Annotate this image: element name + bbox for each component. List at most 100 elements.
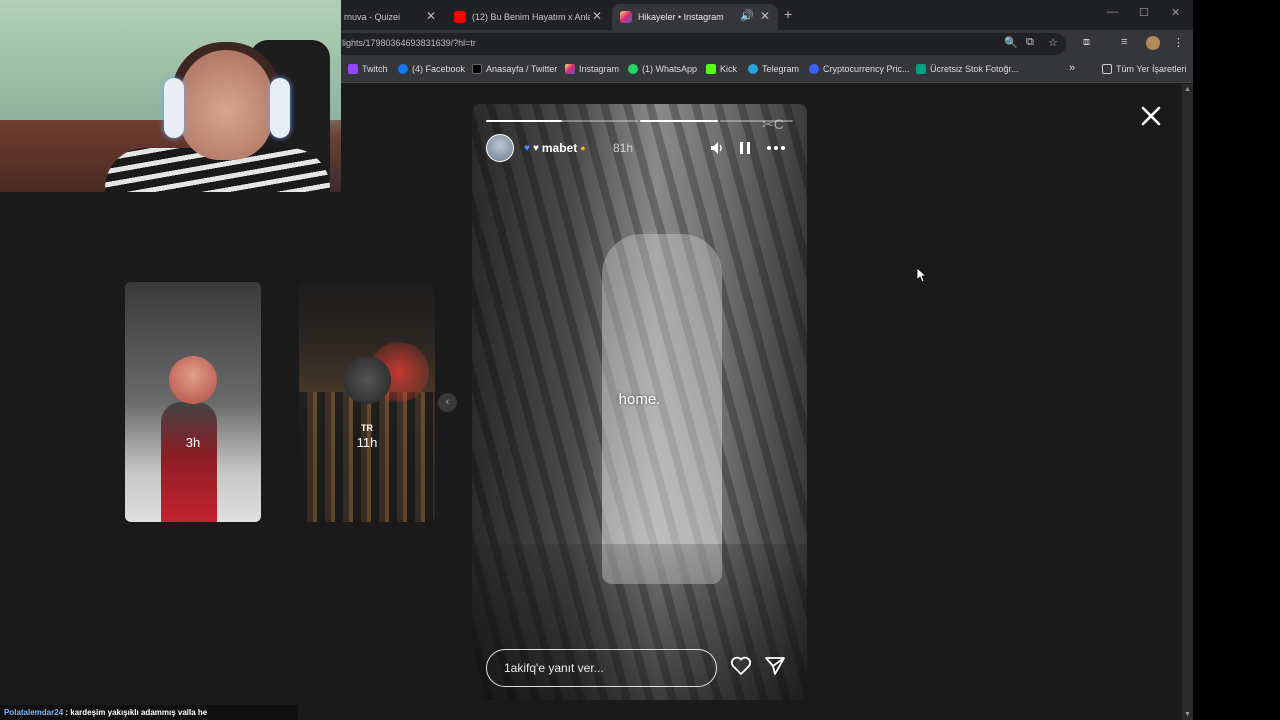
username-text: mabet (541, 141, 578, 155)
speaker-icon[interactable]: 🔊 (740, 9, 754, 22)
story-time-ago: 81h (613, 141, 634, 155)
screen: rnuva - Quizei ✕ (12) Bu Benim Hayatım x… (0, 0, 1280, 720)
volume-icon[interactable] (709, 140, 725, 156)
telegram-icon (748, 64, 758, 74)
bookmark-label: Telegram (762, 64, 800, 74)
headset-icon (164, 78, 184, 138)
bookmark-twitch[interactable]: Twitch (348, 64, 388, 74)
story-preview-avatar (343, 356, 391, 404)
chat-username: Polatalemdar24 (4, 708, 64, 717)
story-preview-avatar (169, 356, 217, 404)
bookmark-whatsapp[interactable]: (1) WhatsApp (628, 64, 697, 74)
story-caption: home. (618, 391, 661, 408)
bookmark-label: Tüm Yer İşaretleri (1116, 64, 1187, 74)
tab-title: (12) Bu Benim Hayatım x Anlam (472, 12, 590, 22)
folder-icon (1102, 64, 1112, 74)
bookmark-twitter[interactable]: Anasayfa / Twitter (472, 64, 557, 74)
bookmark-label: Twitch (362, 64, 388, 74)
capcut-watermark-icon: ✂C (762, 116, 784, 132)
cast-icon[interactable]: ⧉ (1026, 36, 1034, 49)
minimize-icon[interactable]: — (1107, 6, 1118, 18)
bookmark-label: Anasayfa / Twitter (486, 64, 558, 74)
tab-instagram[interactable]: Hikayeler • Instagram 🔊 ✕ (612, 4, 778, 30)
white-heart-icon: ♥ (532, 142, 539, 154)
story-preview-card[interactable]: TR 11h (299, 282, 435, 522)
emoji-icon: ● (580, 143, 586, 153)
bookmark-label: Ücretsiz Stok Fotoğr... (930, 64, 1019, 74)
scroll-down-icon[interactable]: ▼ (1184, 711, 1191, 718)
story-progress-bar (640, 120, 718, 122)
watermark-text: C (773, 116, 784, 132)
tab-title: Hikayeler • Instagram (638, 12, 724, 22)
tab-youtube[interactable]: (12) Bu Benim Hayatım x Anlam ✕ (446, 4, 610, 30)
media-control-icon[interactable]: ≡ (1121, 36, 1127, 48)
story-preview-time: 11h (356, 435, 378, 450)
bookmark-telegram[interactable]: Telegram (748, 64, 799, 74)
kick-icon (706, 64, 716, 74)
bookmark-label: (4) Facebook (412, 64, 466, 74)
bookmark-star-icon[interactable]: ☆ (1048, 36, 1058, 49)
address-bar[interactable]: lights/17980364693831639/?hl=tr (330, 33, 1066, 55)
bookmark-label: Cryptocurrency Pric... (823, 64, 910, 74)
maximize-icon[interactable]: ☐ (1139, 6, 1149, 19)
bookmarks-overflow-button[interactable]: » (1069, 62, 1075, 74)
heart-like-icon[interactable] (730, 656, 752, 676)
bookmark-kick[interactable]: Kick (706, 64, 737, 74)
tab-quizei[interactable]: rnuva - Quizei ✕ (336, 4, 444, 30)
stream-chat-message: Polatalemdar24 : kardeşim yakışıklı adam… (0, 705, 298, 720)
webcam-person-face (180, 50, 272, 160)
story-progress-bar (486, 120, 638, 122)
bookmark-label: Instagram (579, 64, 620, 74)
tab-close-icon[interactable]: ✕ (592, 9, 602, 23)
story-user-avatar[interactable] (486, 134, 514, 162)
scroll-up-icon[interactable]: ▲ (1184, 86, 1191, 93)
twitch-icon (348, 64, 358, 74)
bookmark-crypto[interactable]: Cryptocurrency Pric... (809, 64, 910, 74)
instagram-icon (620, 11, 632, 23)
tab-close-icon[interactable]: ✕ (426, 9, 436, 23)
story-image-subject (602, 234, 722, 584)
youtube-icon (454, 11, 466, 23)
whatsapp-icon (628, 64, 638, 74)
close-story-icon[interactable] (1139, 104, 1163, 128)
headset-icon (270, 78, 290, 138)
profile-avatar[interactable] (1146, 36, 1160, 50)
story-progress-fill (640, 120, 718, 122)
bookmark-facebook[interactable]: (4) Facebook (398, 64, 465, 74)
previous-story-button[interactable]: ‹ (438, 393, 457, 412)
mouse-cursor-icon (917, 268, 927, 283)
bookmark-label: Kick (720, 64, 738, 74)
bookmark-instagram[interactable]: Instagram (565, 64, 619, 74)
pause-icon[interactable] (738, 140, 752, 156)
extensions-icon[interactable]: ⧈ (1083, 36, 1090, 49)
facebook-icon (398, 64, 408, 74)
coin-icon (809, 64, 819, 74)
blue-heart-icon: ♥ (524, 142, 530, 154)
new-tab-button[interactable]: + (784, 6, 792, 22)
bookmark-stock-photo[interactable]: Ücretsiz Stok Fotoğr... (916, 64, 1019, 74)
story-username[interactable]: ♥ ♥ mabet ● (524, 141, 586, 155)
all-bookmarks-folder[interactable]: Tüm Yer İşaretleri (1102, 64, 1187, 74)
x-icon (472, 64, 482, 74)
tab-title: rnuva - Quizei (344, 12, 401, 22)
reply-input[interactable] (486, 649, 717, 687)
webcam-overlay (0, 0, 341, 192)
story-preview-time: 3h (185, 435, 201, 450)
tab-close-icon[interactable]: ✕ (760, 9, 770, 23)
story-progress-fill (486, 120, 562, 122)
url-text: lights/17980364693831639/?hl=tr (342, 38, 476, 48)
story-preview-name: TR (361, 423, 373, 433)
story-preview-image (161, 402, 217, 522)
scrollbar[interactable]: ▲ ▼ (1182, 84, 1193, 720)
pexels-icon (916, 64, 926, 74)
chat-message-text: : kardeşim yakışıklı adammış valla he (65, 708, 208, 717)
menu-icon[interactable]: ⋮ (1173, 36, 1184, 49)
story-preview-card[interactable]: 3h (125, 282, 261, 522)
window-close-icon[interactable]: ✕ (1171, 6, 1180, 19)
bookmark-label: (1) WhatsApp (642, 64, 698, 74)
more-options-icon[interactable] (766, 140, 786, 156)
zoom-icon[interactable]: 🔍 (1004, 36, 1018, 49)
instagram-icon (565, 64, 575, 74)
story-viewer[interactable]: ✂C ♥ ♥ mabet ● 81h home. (472, 104, 807, 700)
send-icon[interactable] (764, 656, 786, 676)
